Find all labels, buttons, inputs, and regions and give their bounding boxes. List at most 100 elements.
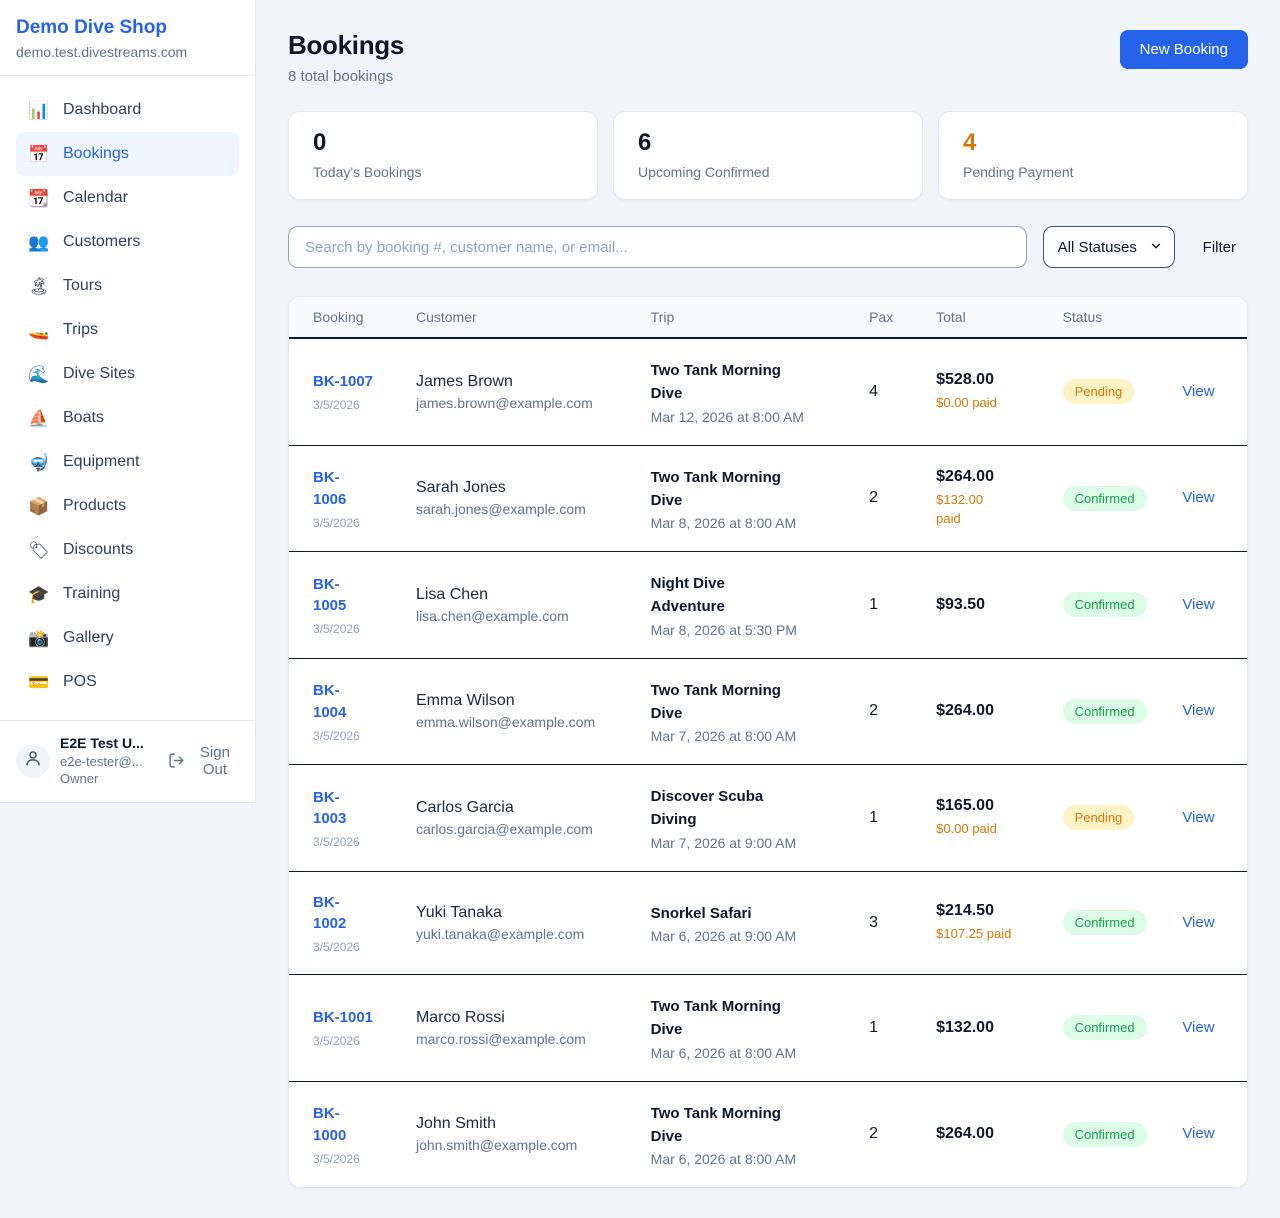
booking-id-link[interactable]: BK- 1000 xyxy=(313,1103,392,1147)
gallery-icon: 📸 xyxy=(28,630,50,647)
sidebar-item-label: Customers xyxy=(63,233,140,251)
trip-datetime: Mar 12, 2026 at 8:00 AM xyxy=(651,409,845,425)
customer-email: john.smith@example.com xyxy=(416,1137,627,1153)
sidebar-item-gallery[interactable]: 📸 Gallery xyxy=(16,616,239,660)
customer-email: sarah.jones@example.com xyxy=(416,501,627,517)
total-amount: $132.00 xyxy=(936,1019,1038,1037)
sidebar-item-label: Trips xyxy=(63,321,98,339)
bookings-table-card: BookingCustomerTripPaxTotalStatus BK-100… xyxy=(288,296,1248,1188)
booking-id-link[interactable]: BK-1001 xyxy=(313,1007,392,1029)
booking-date: 3/5/2026 xyxy=(313,729,392,743)
status-badge: Confirmed xyxy=(1063,910,1147,935)
pax-count: 2 xyxy=(869,1125,912,1143)
customer-email: emma.wilson@example.com xyxy=(416,714,627,730)
filter-button[interactable]: Filter xyxy=(1191,231,1248,264)
stat-card: 0 Today's Bookings xyxy=(288,111,598,200)
stat-value: 6 xyxy=(638,129,898,157)
booking-id-link[interactable]: BK-1007 xyxy=(313,371,392,393)
sidebar-item-equipment[interactable]: 🤿 Equipment xyxy=(16,440,239,484)
stats-row: 0 Today's Bookings 6 Upcoming Confirmed … xyxy=(288,111,1248,200)
booking-date: 3/5/2026 xyxy=(313,835,392,849)
view-link[interactable]: View xyxy=(1182,702,1214,719)
calendar-icon: 📆 xyxy=(28,190,50,207)
search-input[interactable] xyxy=(288,226,1027,268)
sidebar-item-trips[interactable]: 🚤 Trips xyxy=(16,308,239,352)
booking-id-link[interactable]: BK- 1006 xyxy=(313,467,392,511)
column-header-booking: Booking xyxy=(289,297,404,338)
status-select[interactable]: All Statuses xyxy=(1043,226,1175,268)
sidebar-item-calendar[interactable]: 📆 Calendar xyxy=(16,176,239,220)
dive-sites-icon: 🌊 xyxy=(28,366,50,383)
view-link[interactable]: View xyxy=(1182,1019,1214,1036)
booking-id-link[interactable]: BK- 1002 xyxy=(313,892,392,936)
trip-datetime: Mar 8, 2026 at 8:00 AM xyxy=(651,515,845,531)
trip-name: Snorkel Safari xyxy=(651,902,801,925)
main-content: Bookings 8 total bookings New Booking 0 … xyxy=(256,0,1280,1218)
trip-name: Two Tank Morning Dive xyxy=(651,995,801,1042)
view-link[interactable]: View xyxy=(1182,383,1214,400)
sidebar-item-customers[interactable]: 👥 Customers xyxy=(16,220,239,264)
total-amount: $264.00 xyxy=(936,702,1038,720)
pax-count: 4 xyxy=(869,383,912,401)
booking-date: 3/5/2026 xyxy=(313,940,392,954)
sidebar-item-training[interactable]: 🎓 Training xyxy=(16,572,239,616)
user-icon xyxy=(24,749,42,772)
booking-id-link[interactable]: BK- 1005 xyxy=(313,574,392,618)
sidebar-item-products[interactable]: 📦 Products xyxy=(16,484,239,528)
trip-datetime: Mar 7, 2026 at 8:00 AM xyxy=(651,728,845,744)
table-row: BK- 1003 3/5/2026 Carlos Garcia carlos.g… xyxy=(289,765,1247,872)
customer-name: Carlos Garcia xyxy=(416,799,627,817)
trips-icon: 🚤 xyxy=(28,322,50,339)
user-info: E2E Test U... e2e-tester@... Owner xyxy=(60,735,158,786)
trip-name: Two Tank Morning Dive xyxy=(651,679,801,726)
customer-name: John Smith xyxy=(416,1115,627,1133)
table-row: BK- 1002 3/5/2026 Yuki Tanaka yuki.tanak… xyxy=(289,871,1247,975)
paid-amount: $0.00 paid xyxy=(936,820,1038,839)
view-link[interactable]: View xyxy=(1182,596,1214,613)
sign-out-button[interactable]: Sign Out xyxy=(168,744,239,778)
column-header-total: Total xyxy=(924,297,1050,338)
view-link[interactable]: View xyxy=(1182,914,1214,931)
booking-date: 3/5/2026 xyxy=(313,1034,392,1048)
new-booking-button[interactable]: New Booking xyxy=(1120,30,1248,69)
filter-controls: All Statuses Filter xyxy=(288,226,1248,268)
sidebar-item-discounts[interactable]: 🏷 Discounts xyxy=(16,528,239,572)
pax-count: 2 xyxy=(869,702,912,720)
dashboard-icon: 📊 xyxy=(28,102,50,119)
table-row: BK- 1005 3/5/2026 Lisa Chen lisa.chen@ex… xyxy=(289,552,1247,659)
sidebar-item-dive-sites[interactable]: 🌊 Dive Sites xyxy=(16,352,239,396)
bookings-table: BookingCustomerTripPaxTotalStatus BK-100… xyxy=(289,297,1247,1187)
sidebar-item-dashboard[interactable]: 📊 Dashboard xyxy=(16,88,239,132)
sidebar-item-label: Tours xyxy=(63,277,102,295)
status-select-wrap: All Statuses xyxy=(1043,226,1175,268)
booking-id-link[interactable]: BK- 1004 xyxy=(313,680,392,724)
pax-count: 2 xyxy=(869,489,912,507)
view-link[interactable]: View xyxy=(1182,489,1214,506)
sidebar-item-boats[interactable]: ⛵ Boats xyxy=(16,396,239,440)
discounts-icon: 🏷 xyxy=(28,542,50,559)
sidebar: Demo Dive Shop demo.test.divestreams.com… xyxy=(0,0,256,803)
sidebar-item-label: Products xyxy=(63,497,126,515)
user-role: Owner xyxy=(60,771,158,786)
trip-name: Discover Scuba Diving xyxy=(651,785,801,832)
sidebar-item-pos[interactable]: 💳 POS xyxy=(16,660,239,704)
customer-name: Sarah Jones xyxy=(416,479,627,497)
total-amount: $214.50 xyxy=(936,902,1038,920)
sidebar-item-label: Boats xyxy=(63,409,104,427)
sidebar-item-label: Dive Sites xyxy=(63,365,135,383)
view-link[interactable]: View xyxy=(1182,1125,1214,1142)
booking-id-link[interactable]: BK- 1003 xyxy=(313,787,392,831)
customer-name: Lisa Chen xyxy=(416,586,627,604)
view-link[interactable]: View xyxy=(1182,809,1214,826)
customer-name: James Brown xyxy=(416,373,627,391)
table-row: BK-1001 3/5/2026 Marco Rossi marco.rossi… xyxy=(289,975,1247,1082)
customer-email: lisa.chen@example.com xyxy=(416,608,627,624)
products-icon: 📦 xyxy=(28,498,50,515)
pax-count: 1 xyxy=(869,809,912,827)
sidebar-item-bookings[interactable]: 📅 Bookings xyxy=(16,132,239,176)
sidebar-item-label: Training xyxy=(63,585,120,603)
sidebar-item-tours[interactable]: 🏝 Tours xyxy=(16,264,239,308)
sidebar-item-label: POS xyxy=(63,673,97,691)
customer-email: carlos.garcia@example.com xyxy=(416,821,627,837)
customers-icon: 👥 xyxy=(28,234,50,251)
